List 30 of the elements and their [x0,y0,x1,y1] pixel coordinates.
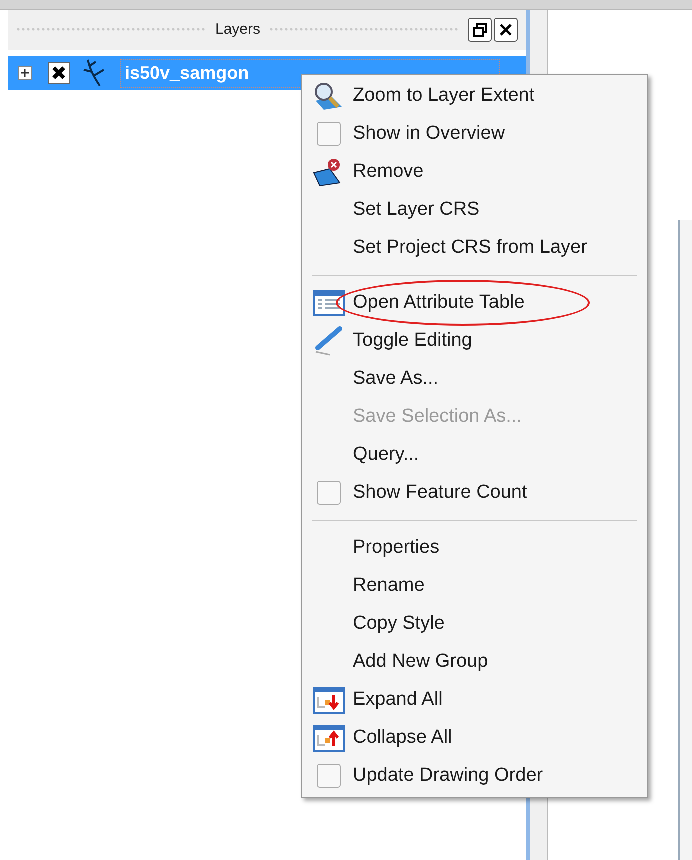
expand-toggle[interactable] [18,66,32,80]
menu-item[interactable]: Save As... [353,364,439,394]
menu-item[interactable]: Show in Overview [353,120,506,148]
checkbox[interactable] [317,764,341,788]
checkbox[interactable] [317,122,341,146]
menu-item[interactable]: Toggle Editing [353,326,472,356]
menu-item[interactable]: Copy Style [353,610,445,638]
menu-item[interactable]: Properties [353,534,440,562]
close-button[interactable] [494,18,518,42]
expand-all-icon [312,685,346,715]
menu-item[interactable]: Remove [353,158,424,186]
visibility-checkbox[interactable] [48,62,70,84]
close-icon [498,22,514,38]
menu-item[interactable]: Collapse All [353,724,452,752]
cross-icon [51,65,67,81]
float-button[interactable] [468,18,492,42]
collapse-all-icon [312,723,346,753]
table-icon [312,289,346,317]
menu-item[interactable]: Open Attribute Table [353,288,525,318]
menu-item[interactable]: Add New Group [353,648,488,676]
menu-item[interactable]: Rename [353,572,425,600]
menu-item[interactable]: Expand All [353,686,443,714]
menu-item[interactable]: Set Layer CRS [353,196,480,224]
float-icon [472,22,488,38]
panel-title: Layers [215,20,261,40]
menu-item[interactable]: Query... [353,440,420,470]
checkbox[interactable] [317,481,341,505]
menu-item[interactable]: Update Drawing Order [353,762,544,790]
menu-item[interactable]: Show Feature Count [353,478,528,508]
menu-item[interactable]: Set Project CRS from Layer [353,234,588,262]
